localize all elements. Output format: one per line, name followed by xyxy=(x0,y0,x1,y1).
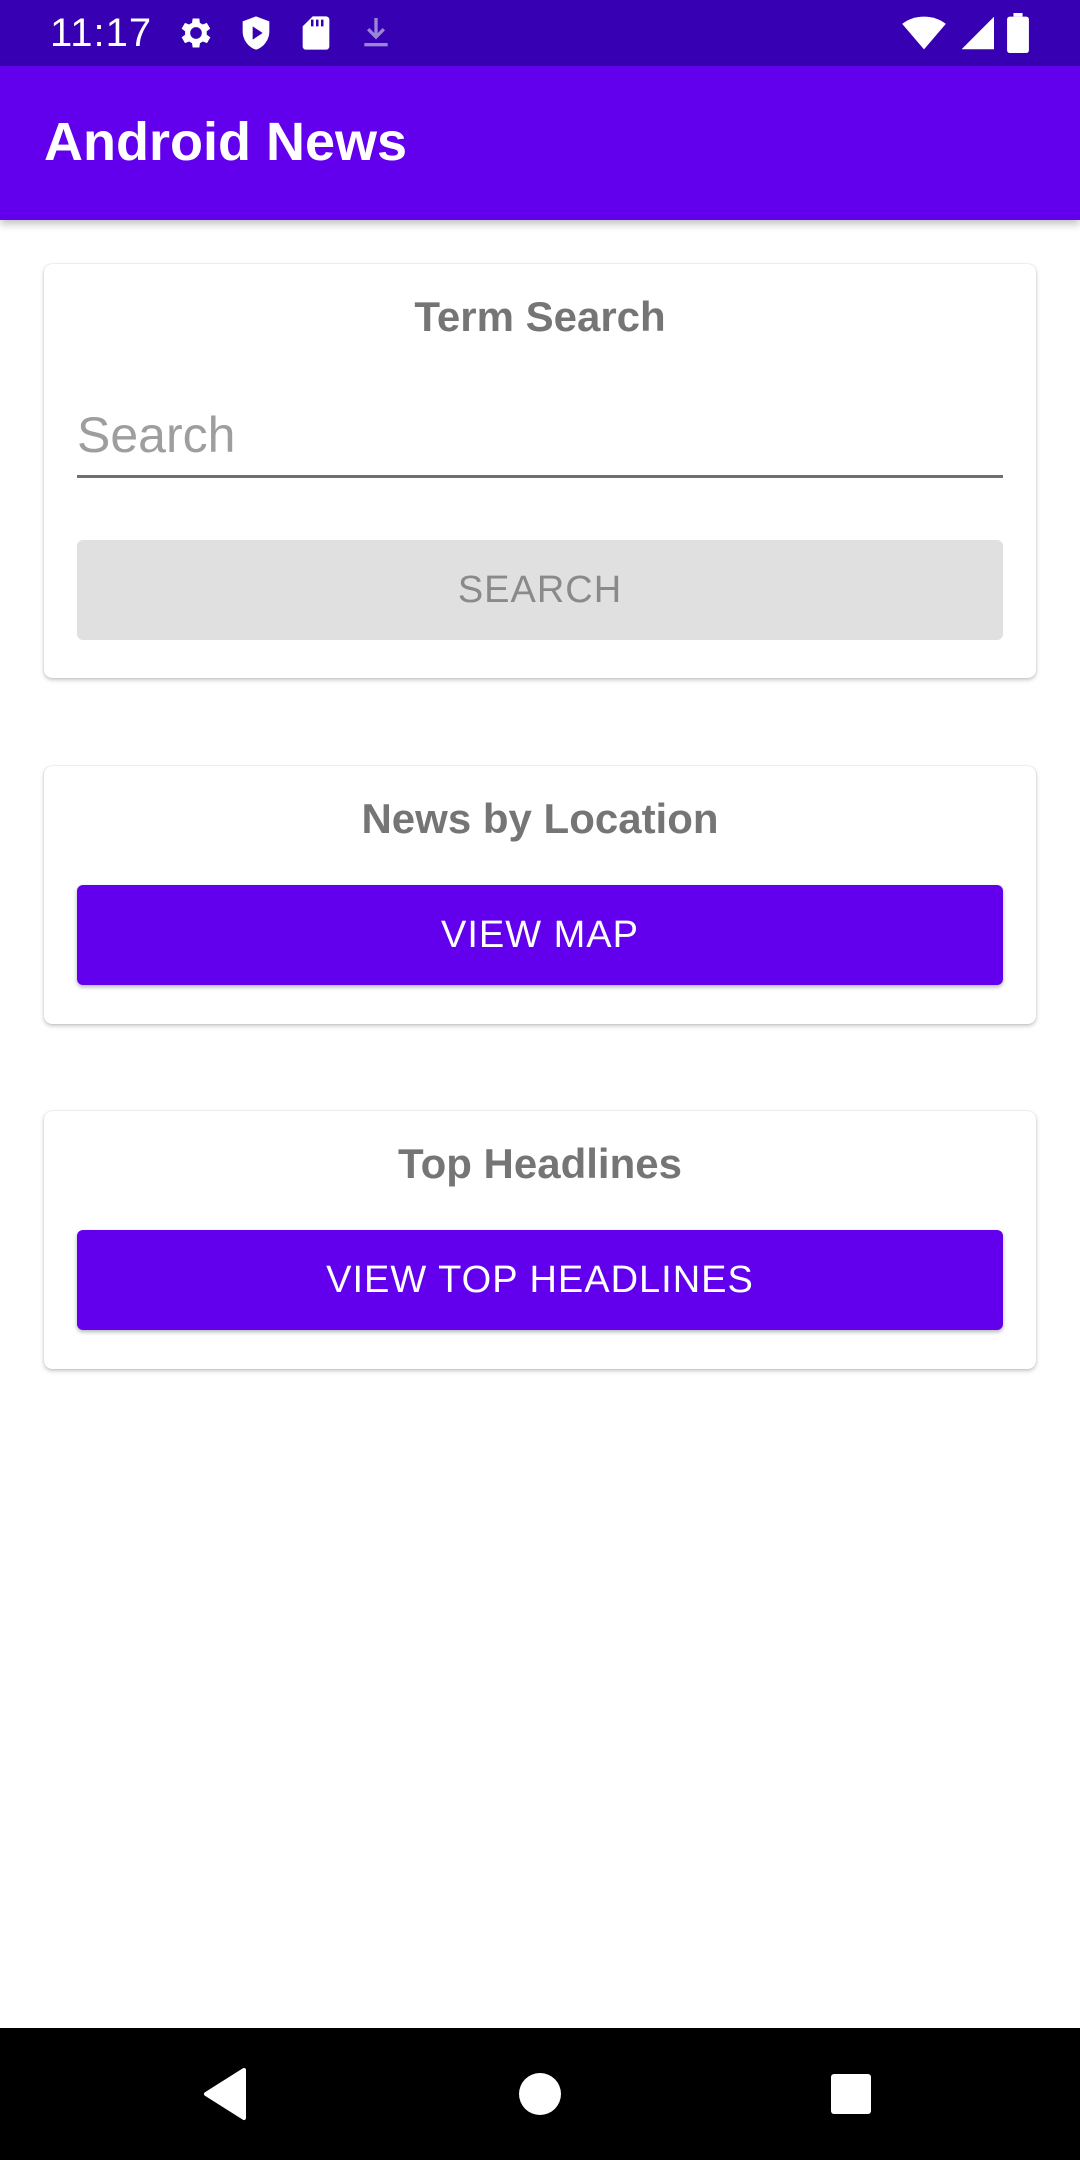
search-input[interactable] xyxy=(77,394,1003,475)
news-by-location-title: News by Location xyxy=(361,795,719,842)
back-icon[interactable] xyxy=(196,2064,256,2124)
search-button[interactable]: SEARCH xyxy=(77,540,1003,640)
top-headlines-title: Top Headlines xyxy=(398,1140,682,1187)
view-map-button[interactable]: VIEW MAP xyxy=(77,885,1003,985)
top-headlines-card: Top Headlines VIEW TOP HEADLINES xyxy=(44,1111,1036,1369)
status-icons-left xyxy=(176,13,396,53)
shield-play-icon xyxy=(236,13,276,53)
home-icon[interactable] xyxy=(510,2064,570,2124)
app-bar: Android News xyxy=(0,66,1080,220)
app-title: Android News xyxy=(44,112,408,172)
news-by-location-card: News by Location VIEW MAP xyxy=(44,766,1036,1024)
battery-icon xyxy=(1006,13,1030,53)
settings-icon xyxy=(176,13,216,53)
status-icons-right xyxy=(902,13,1030,53)
view-top-headlines-button[interactable]: VIEW TOP HEADLINES xyxy=(77,1230,1003,1330)
wifi-icon xyxy=(902,13,946,53)
navigation-bar xyxy=(0,2028,1080,2160)
recents-icon[interactable] xyxy=(821,2064,881,2124)
status-time: 11:17 xyxy=(50,11,153,55)
sd-card-icon xyxy=(296,13,336,53)
term-search-title: Term Search xyxy=(414,293,666,340)
status-bar: 11:17 xyxy=(0,0,1080,66)
signal-icon xyxy=(958,13,994,53)
download-icon xyxy=(356,13,396,53)
screen: 11:17 Android News Term Search Search SE… xyxy=(0,0,1080,2160)
search-input-container xyxy=(77,394,1003,478)
